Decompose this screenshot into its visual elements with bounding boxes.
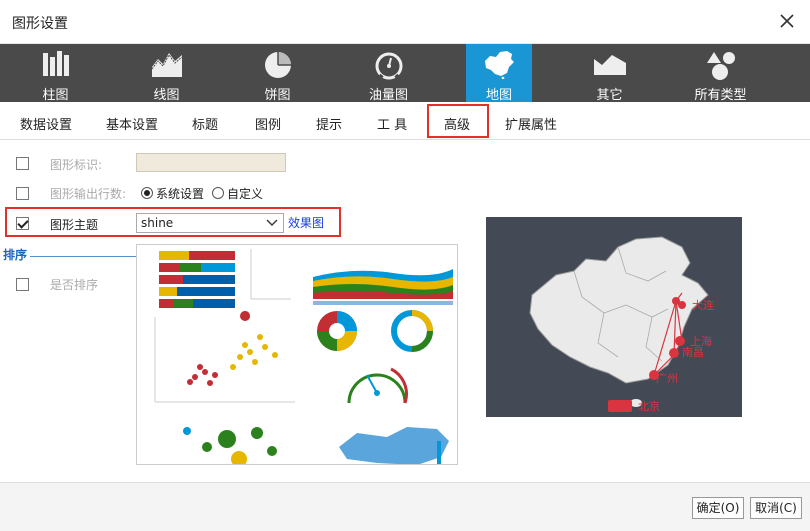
chevron-down-icon <box>266 219 278 226</box>
map-city-label: 南昌 <box>682 346 704 359</box>
pie-chart-icon <box>264 52 291 78</box>
sort-section-title: 排序 <box>3 248 28 262</box>
tab-other-chart[interactable]: 其它 <box>554 44 665 103</box>
dialog-title: 图形设置 <box>12 16 68 32</box>
theme-checkbox[interactable] <box>16 217 29 230</box>
chart-id-checkbox[interactable] <box>16 157 29 170</box>
dialog-footer <box>0 482 810 531</box>
gauge-icon <box>375 52 402 81</box>
theme-preview-image <box>136 244 458 465</box>
sort-enable-checkbox[interactable] <box>16 278 29 291</box>
tab-line-chart[interactable]: 线图 <box>111 44 222 103</box>
theme-select-value: shine <box>141 216 174 230</box>
map-city-label: 大连 <box>692 298 714 312</box>
tab-gauge-chart[interactable]: 油量图 <box>333 44 444 103</box>
radio-system-setting[interactable] <box>141 187 153 199</box>
tab-tools[interactable]: 工 具 <box>377 114 407 133</box>
map-point <box>678 301 686 309</box>
tab-all-types[interactable]: 所有类型 <box>665 44 776 103</box>
output-rows-checkbox[interactable] <box>16 187 29 200</box>
tab-bar-chart[interactable]: 柱图 <box>0 44 111 103</box>
map-legend-label: 北京 <box>638 399 660 413</box>
chart-type-tabbar: 柱图 线图 饼图 油量图 地图 其它 所有类型 <box>0 44 810 103</box>
close-icon[interactable] <box>776 10 798 32</box>
tab-title[interactable]: 标题 <box>192 114 218 133</box>
tab-data-settings[interactable]: 数据设置 <box>20 114 72 133</box>
tab-label: 所有类型 <box>694 88 747 103</box>
area-chart-icon <box>151 53 182 77</box>
tab-map-chart[interactable]: 地图 <box>466 44 532 103</box>
radio-custom[interactable] <box>212 187 224 199</box>
chart-id-label: 图形标识: <box>50 158 103 172</box>
theme-label: 图形主题 <box>50 218 99 232</box>
china-map-graphic: 大连 上海 南昌 广州 北京 <box>529 236 714 413</box>
settings-subtabs: 数据设置 基本设置 标题 图例 提示 工 具 高级 扩展属性 <box>0 102 810 140</box>
map-city-label: 广州 <box>656 372 678 385</box>
section-divider <box>30 256 136 257</box>
map-legend-swatch <box>608 400 632 412</box>
bar-chart-icon <box>42 51 69 76</box>
tab-tooltip[interactable]: 提示 <box>316 114 342 133</box>
output-rows-label: 图形输出行数: <box>50 187 127 201</box>
tab-label: 油量图 <box>368 88 408 103</box>
tab-label: 其它 <box>596 88 623 103</box>
tab-label: 饼图 <box>264 88 291 103</box>
effect-preview-link[interactable]: 效果图 <box>288 214 324 231</box>
tab-legend[interactable]: 图例 <box>255 114 281 133</box>
tab-label: 柱图 <box>42 88 69 103</box>
sort-enable-label: 是否排序 <box>50 278 99 292</box>
map-point <box>669 348 679 358</box>
tab-extended-properties[interactable]: 扩展属性 <box>505 114 557 133</box>
theme-preview-graphic <box>154 249 453 464</box>
tab-label: 线图 <box>153 88 180 103</box>
advanced-tab-highlight <box>427 104 489 138</box>
radio-system-setting-label: 系统设置 <box>156 187 205 201</box>
cancel-button[interactable]: 取消(C) <box>750 497 802 519</box>
dialog-title-bar: 图形设置 <box>0 0 810 44</box>
all-types-icon <box>706 52 735 80</box>
theme-select[interactable]: shine <box>136 213 284 233</box>
other-chart-icon <box>593 55 626 75</box>
chart-id-field[interactable] <box>136 153 286 172</box>
radio-custom-label: 自定义 <box>227 187 264 201</box>
ok-button[interactable]: 确定(O) <box>692 497 744 519</box>
map-effect-preview: 大连 上海 南昌 广州 北京 <box>486 217 742 417</box>
tab-pie-chart[interactable]: 饼图 <box>222 44 333 103</box>
china-map-icon <box>485 51 514 79</box>
map-point <box>675 336 685 346</box>
tab-label: 地图 <box>485 88 512 103</box>
tab-basic-settings[interactable]: 基本设置 <box>106 114 158 133</box>
